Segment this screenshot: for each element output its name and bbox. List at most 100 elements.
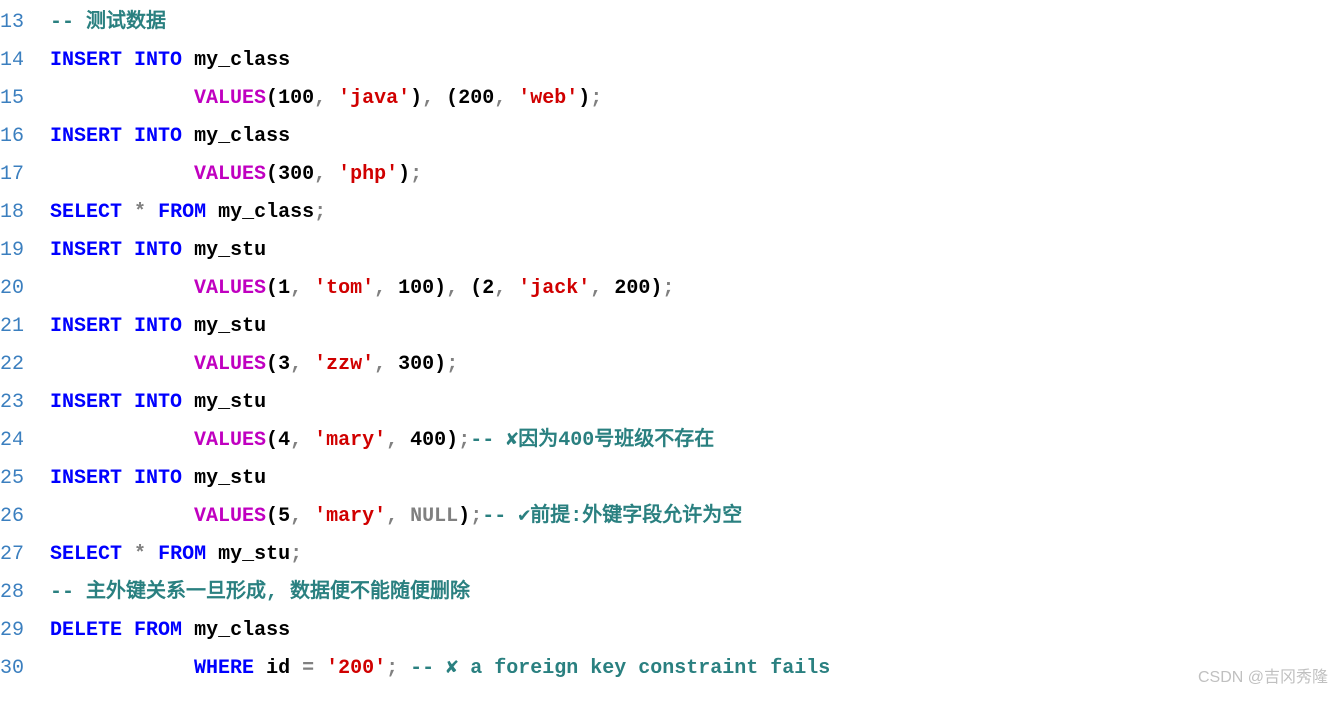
token-op: = [302,657,314,680]
token-id: my_stu [194,391,266,414]
line-number: 19 [0,232,50,270]
token-op: , [290,505,302,528]
token-id [398,429,410,452]
code-content[interactable]: -- 主外键关系一旦形成, 数据便不能随便删除 [50,574,470,612]
token-op: ; [290,543,302,566]
token-str: '200' [326,657,386,680]
token-num: 400 [410,429,446,452]
code-content[interactable]: -- 测试数据 [50,4,166,42]
line-number: 14 [0,42,50,80]
token-str: 'mary' [314,505,386,528]
token-kw: INSERT [50,125,122,148]
code-content[interactable]: VALUES(300, 'php'); [50,156,422,194]
code-line: 27SELECT * FROM my_stu; [0,536,1342,574]
token-id [398,505,410,528]
token-punct: ( [266,505,278,528]
token-kw: INSERT [50,391,122,414]
code-content[interactable]: INSERT INTO my_stu [50,460,266,498]
code-content[interactable]: INSERT INTO my_stu [50,384,266,422]
token-str: 'php' [338,163,398,186]
token-punct: ( [266,429,278,452]
token-str: 'mary' [314,429,386,452]
code-line: 26 VALUES(5, 'mary', NULL);-- ✔前提:外键字段允许… [0,498,1342,536]
token-punct: ) [398,163,410,186]
token-kw: FROM [158,543,206,566]
token-op: ; [386,657,398,680]
code-content[interactable]: VALUES(3, 'zzw', 300); [50,346,458,384]
token-op: * [134,201,146,224]
token-id [122,315,134,338]
token-comment: -- 主外键关系一旦形成, 数据便不能随便删除 [50,581,470,604]
token-punct: ) [410,87,422,110]
line-number: 25 [0,460,50,498]
code-content[interactable]: VALUES(1, 'tom', 100), (2, 'jack', 200); [50,270,674,308]
token-fn: VALUES [194,277,266,300]
code-content[interactable]: INSERT INTO my_class [50,42,290,80]
token-str: 'jack' [518,277,590,300]
code-content[interactable]: VALUES(100, 'java'), (200, 'web'); [50,80,602,118]
token-num: 100 [398,277,434,300]
token-kw: INTO [134,391,182,414]
token-id [314,657,326,680]
token-punct: ( [266,353,278,376]
code-content[interactable]: SELECT * FROM my_class; [50,194,326,232]
token-kw: INTO [134,467,182,490]
code-line: 13-- 测试数据 [0,4,1342,42]
token-kw: FROM [134,619,182,642]
token-op: ; [662,277,674,300]
code-line: 20 VALUES(1, 'tom', 100), (2, 'jack', 20… [0,270,1342,308]
token-num: 200 [458,87,494,110]
token-id: my_class [194,619,290,642]
token-op: * [134,543,146,566]
token-id: my_class [218,201,314,224]
code-content[interactable]: WHERE id = '200'; -- ✘ a foreign key con… [50,650,830,688]
code-content[interactable]: INSERT INTO my_class [50,118,290,156]
token-str: 'web' [518,87,578,110]
token-punct: ( [470,277,482,300]
code-line: 18SELECT * FROM my_class; [0,194,1342,232]
code-line: 23INSERT INTO my_stu [0,384,1342,422]
token-kw: SELECT [50,201,122,224]
token-punct: ) [434,277,446,300]
watermark: CSDN @吉冈秀隆 [1198,663,1328,693]
token-id [506,87,518,110]
token-kw: SELECT [50,543,122,566]
token-id [386,353,398,376]
code-content[interactable]: SELECT * FROM my_stu; [50,536,302,574]
token-op: , [386,505,398,528]
token-comment: -- 测试数据 [50,11,166,34]
code-content[interactable]: VALUES(5, 'mary', NULL);-- ✔前提:外键字段允许为空 [50,498,742,536]
token-op: , [494,87,506,110]
token-num: 2 [482,277,494,300]
token-punct: ( [266,277,278,300]
token-id [434,87,446,110]
token-kw: INTO [134,49,182,72]
token-id: my_class [194,125,290,148]
token-kw: INSERT [50,49,122,72]
token-punct: ) [458,505,470,528]
token-punct: ) [650,277,662,300]
code-content[interactable]: VALUES(4, 'mary', 400);-- ✘因为400号班级不存在 [50,422,714,460]
token-str: 'tom' [314,277,374,300]
line-number: 13 [0,4,50,42]
code-line: 24 VALUES(4, 'mary', 400);-- ✘因为400号班级不存… [0,422,1342,460]
token-comment: -- ✔前提:外键字段允许为空 [482,505,742,528]
token-id: my_stu [218,543,290,566]
token-id: my_stu [194,315,266,338]
token-comment: -- ✘ a foreign key constraint fails [410,657,830,680]
token-kw: INTO [134,125,182,148]
code-content[interactable]: INSERT INTO my_stu [50,308,266,346]
token-op: , [374,353,386,376]
token-op: ; [446,353,458,376]
token-kw: INSERT [50,239,122,262]
token-id [182,619,194,642]
token-op: ; [458,429,470,452]
token-op: , [290,277,302,300]
token-id: my_class [194,49,290,72]
code-content[interactable]: DELETE FROM my_class [50,612,290,650]
code-line: 16INSERT INTO my_class [0,118,1342,156]
line-number: 17 [0,156,50,194]
code-content[interactable]: INSERT INTO my_stu [50,232,266,270]
token-op: , [590,277,602,300]
token-punct: ( [266,87,278,110]
